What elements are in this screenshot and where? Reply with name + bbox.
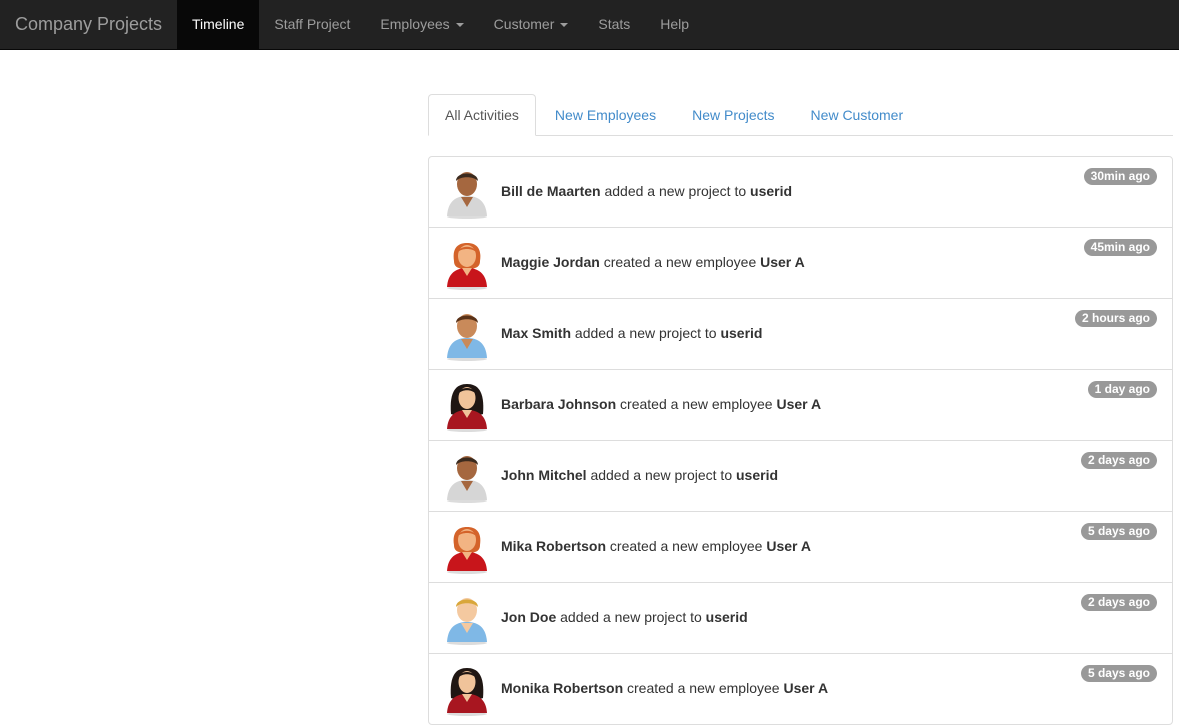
activity-action: added a new project to (560, 609, 702, 625)
activity-text: Bill de Maarten added a new project to u… (501, 157, 792, 228)
activity-tabs: All Activities New Employees New Project… (428, 94, 1173, 136)
nav-menu: Timeline Staff Project Employees Custome… (177, 0, 704, 50)
activity-item: Bill de Maarten added a new project to u… (429, 157, 1172, 228)
activity-item: Mika Robertson created a new employee Us… (429, 512, 1172, 583)
time-badge: 45min ago (1083, 239, 1157, 256)
time-badge: 30min ago (1083, 168, 1157, 185)
activity-target[interactable]: userid (706, 609, 748, 625)
tab-new-employees[interactable]: New Employees (538, 94, 673, 136)
nav-label: Timeline (192, 16, 245, 32)
activity-action: created a new employee (627, 680, 780, 696)
time-badge: 2 days ago (1080, 594, 1157, 611)
time-badge: 5 days ago (1080, 665, 1157, 682)
activity-target[interactable]: userid (736, 467, 778, 483)
activity-text: Barbara Johnson created a new employee U… (501, 370, 821, 441)
nav-label: Staff Project (274, 16, 351, 32)
activity-text: Mika Robertson created a new employee Us… (501, 512, 811, 583)
activity-action: added a new project to (574, 325, 717, 341)
caret-down-icon (560, 23, 569, 28)
activity-item: Monika Robertson created a new employee … (429, 654, 1172, 724)
activity-item: John Mitchel added a new project to user… (429, 441, 1172, 512)
female-black-hair-red-shirt-icon (447, 384, 487, 432)
activity-target[interactable]: userid (750, 183, 792, 199)
male-dark-grey-shirt-icon (447, 456, 487, 503)
nav-help[interactable]: Help (645, 0, 704, 50)
male-dark-grey-shirt-icon (447, 172, 487, 219)
activity-action: created a new employee (609, 538, 763, 554)
activity-item: Maggie Jordan created a new employee Use… (429, 228, 1172, 299)
activity-text: Jon Doe added a new project to userid (501, 583, 748, 654)
nav-employees-dropdown[interactable]: Employees (365, 0, 478, 50)
tab-new-projects[interactable]: New Projects (675, 94, 791, 136)
female-black-hair-red-shirt-icon (447, 668, 487, 716)
activity-text: John Mitchel added a new project to user… (501, 441, 778, 512)
actor-name[interactable]: Maggie Jordan (501, 254, 600, 270)
time-badge: 5 days ago (1080, 523, 1157, 540)
activity-item: Barbara Johnson created a new employee U… (429, 370, 1172, 441)
male-blond-blue-shirt-icon (447, 598, 487, 645)
nav-timeline[interactable]: Timeline (177, 0, 260, 50)
activity-feed: Bill de Maarten added a new project to u… (428, 156, 1173, 725)
activity-item: Max Smith added a new project to userid … (429, 299, 1172, 370)
nav-label: Customer (493, 16, 555, 32)
top-navbar: Company Projects Timeline Staff Project … (0, 0, 1179, 50)
time-badge: 2 hours ago (1074, 310, 1157, 327)
nav-customer-dropdown[interactable]: Customer (479, 0, 584, 50)
nav-staff-project[interactable]: Staff Project (259, 0, 365, 50)
actor-name[interactable]: Max Smith (501, 325, 571, 341)
nav-label: Employees (380, 16, 450, 32)
time-badge: 2 days ago (1080, 452, 1157, 469)
activity-target[interactable]: userid (720, 325, 762, 341)
brand-link[interactable]: Company Projects (15, 0, 162, 50)
actor-name[interactable]: Monika Robertson (501, 680, 623, 696)
female-redhead-red-shirt-icon (447, 243, 487, 290)
male-brown-blue-shirt-icon (447, 314, 487, 361)
activity-text: Max Smith added a new project to userid (501, 299, 762, 370)
actor-name[interactable]: Jon Doe (501, 609, 556, 625)
tab-all-activities[interactable]: All Activities (428, 94, 536, 136)
activity-target[interactable]: User A (783, 680, 828, 696)
activity-item: Jon Doe added a new project to userid 2 … (429, 583, 1172, 654)
activity-action: added a new project to (590, 467, 733, 483)
actor-name[interactable]: Barbara Johnson (501, 396, 616, 412)
female-redhead-red-shirt-icon (447, 527, 487, 574)
activity-target[interactable]: User A (776, 396, 821, 412)
activity-action: created a new employee (620, 396, 773, 412)
nav-label: Stats (598, 16, 631, 32)
nav-label: Help (660, 16, 690, 32)
activity-target[interactable]: User A (766, 538, 811, 554)
time-badge: 1 day ago (1087, 381, 1157, 398)
activity-action: created a new employee (603, 254, 757, 270)
actor-name[interactable]: Bill de Maarten (501, 183, 601, 199)
activity-target[interactable]: User A (760, 254, 805, 270)
actor-name[interactable]: John Mitchel (501, 467, 587, 483)
activity-action: added a new project to (604, 183, 747, 199)
nav-stats[interactable]: Stats (583, 0, 645, 50)
tab-new-customer[interactable]: New Customer (794, 94, 921, 136)
actor-name[interactable]: Mika Robertson (501, 538, 606, 554)
activity-text: Monika Robertson created a new employee … (501, 654, 828, 724)
activity-text: Maggie Jordan created a new employee Use… (501, 228, 805, 299)
caret-down-icon (455, 23, 464, 28)
